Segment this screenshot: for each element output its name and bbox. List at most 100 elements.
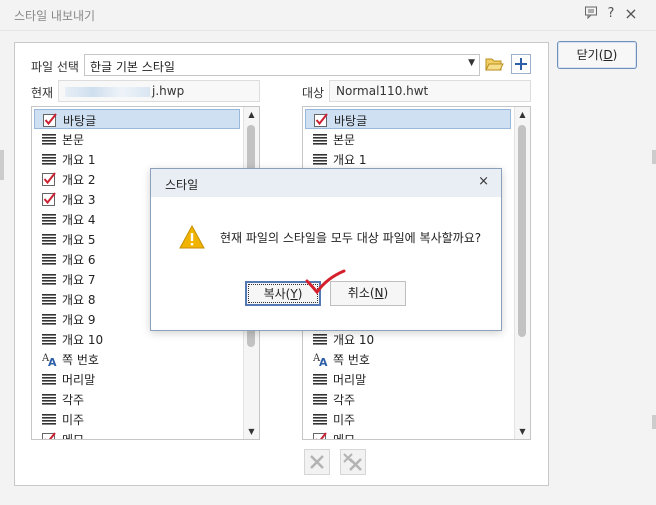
list-item-label: 바탕글 — [63, 114, 97, 128]
paragraph-style-icon — [313, 412, 327, 426]
list-item[interactable]: 각주 — [34, 389, 240, 409]
delete-all-icon[interactable] — [340, 449, 366, 475]
background-edge — [652, 150, 656, 164]
comment-icon[interactable] — [582, 5, 600, 23]
list-item-label: 미주 — [333, 413, 356, 427]
close-icon[interactable]: × — [622, 5, 640, 23]
scroll-thumb[interactable] — [518, 125, 526, 337]
paragraph-style-icon — [42, 232, 56, 246]
background-edge — [652, 415, 656, 429]
char-style-icon: AA — [41, 352, 57, 369]
scroll-up-icon[interactable]: ▲ — [244, 107, 259, 122]
list-item-label: 쪽 번호 — [62, 353, 99, 367]
paragraph-style-icon — [42, 152, 56, 166]
paragraph-style-icon — [42, 312, 56, 326]
dialog-close-icon[interactable]: × — [478, 174, 489, 189]
list-item-label: 개요 3 — [62, 193, 96, 207]
cancel-label: 취소( — [347, 286, 375, 300]
list-item[interactable]: 바탕글 — [34, 109, 240, 129]
window-title: 스타일 내보내기 — [14, 9, 96, 23]
paragraph-style-icon — [313, 332, 327, 346]
close-button-label: 닫기( — [576, 48, 604, 62]
list-item[interactable]: AA 쪽 번호 — [34, 349, 240, 369]
delete-icon[interactable] — [304, 449, 330, 475]
list-item[interactable]: 바탕글 — [305, 109, 511, 129]
list-item[interactable]: 개요 10 — [305, 329, 511, 349]
paragraph-style-icon — [313, 392, 327, 406]
list-item-label: 개요 4 — [62, 213, 96, 227]
list-item-label: 각주 — [62, 393, 85, 407]
list-item-label: 머리말 — [333, 373, 367, 387]
list-item-label: 개요 10 — [62, 333, 104, 347]
list-item-label: 개요 9 — [62, 313, 96, 327]
list-item[interactable]: 미주 — [305, 409, 511, 429]
list-item-label: 메모 — [62, 433, 85, 440]
checkbox-checked-icon — [314, 113, 328, 127]
list-item[interactable]: 각주 — [305, 389, 511, 409]
paragraph-style-icon — [42, 392, 56, 406]
dialog-title: 스타일 — [165, 178, 199, 192]
list-item[interactable]: 본문 — [34, 129, 240, 149]
paragraph-style-icon — [313, 132, 327, 146]
current-file-label: 현재 — [31, 86, 54, 100]
list-item[interactable]: 메모 — [34, 429, 240, 440]
checkbox-checked-icon — [42, 432, 56, 439]
checkbox-checked-icon — [42, 172, 56, 186]
list-item-label: 개요 8 — [62, 293, 96, 307]
file-select-dropdown[interactable]: 한글 기본 스타일 ▼ — [84, 54, 480, 76]
target-file-field: Normal110.hwt — [329, 80, 531, 102]
checkbox-checked-icon — [313, 432, 327, 439]
list-item-label: 머리말 — [62, 373, 96, 387]
target-file-value: Normal110.hwt — [336, 84, 429, 98]
svg-text:A: A — [319, 356, 328, 366]
close-button[interactable]: 닫기(D) — [557, 41, 637, 69]
titlebar-divider — [0, 30, 656, 31]
paragraph-style-icon — [42, 292, 56, 306]
copy-yes-label: 복사( — [263, 287, 291, 301]
list-item[interactable]: 본문 — [305, 129, 511, 149]
warning-icon — [179, 224, 205, 249]
paragraph-style-icon — [42, 252, 56, 266]
dialog-message: 현재 파일의 스타일을 모두 대상 파일에 복사할까요? — [220, 231, 482, 245]
paragraph-style-icon — [313, 152, 327, 166]
close-button-label-end: ) — [612, 48, 618, 62]
paragraph-style-icon — [42, 372, 56, 386]
list-item-label: 개요 6 — [62, 253, 96, 267]
list-item-label: 개요 2 — [62, 173, 96, 187]
cancel-label-end: ) — [383, 286, 389, 300]
help-icon[interactable]: ? — [602, 5, 620, 23]
list-item-label: 쪽 번호 — [333, 353, 370, 367]
list-item[interactable]: 개요 1 — [305, 149, 511, 169]
scroll-up-icon[interactable]: ▲ — [515, 107, 530, 122]
add-icon[interactable] — [511, 54, 531, 74]
checkbox-checked-icon — [43, 113, 57, 127]
list-item-label: 개요 1 — [62, 153, 96, 167]
list-item-label: 개요 10 — [333, 333, 375, 347]
paragraph-style-icon — [42, 212, 56, 226]
scroll-down-icon[interactable]: ▼ — [244, 424, 259, 439]
paragraph-style-icon — [42, 272, 56, 286]
file-select-label: 파일 선택 — [31, 60, 79, 74]
right-list-scrollbar[interactable]: ▲ ▼ — [514, 107, 530, 439]
paragraph-style-icon — [42, 412, 56, 426]
list-item-label: 본문 — [333, 133, 356, 147]
current-file-suffix: j.hwp — [152, 84, 185, 98]
list-item[interactable]: 메모 — [305, 429, 511, 439]
folder-open-icon[interactable] — [484, 54, 504, 74]
window-titlebar: 스타일 내보내기 ? × — [0, 0, 656, 30]
list-item[interactable]: 미주 — [34, 409, 240, 429]
paragraph-style-icon — [313, 372, 327, 386]
list-item[interactable]: 개요 10 — [34, 329, 240, 349]
redacted-filename — [65, 86, 150, 97]
list-item[interactable]: AA 쪽 번호 — [305, 349, 511, 369]
list-item[interactable]: 개요 1 — [34, 149, 240, 169]
list-item-label: 각주 — [333, 393, 356, 407]
list-item-label: 본문 — [62, 133, 85, 147]
style-dialog: 스타일 × 현재 파일의 스타일을 모두 대상 파일에 복사할까요? 복사(Y)… — [150, 168, 502, 331]
paragraph-style-icon — [42, 132, 56, 146]
char-style-icon: AA — [312, 352, 328, 369]
list-item[interactable]: 머리말 — [305, 369, 511, 389]
list-item-label: 개요 1 — [333, 153, 367, 167]
list-item[interactable]: 머리말 — [34, 369, 240, 389]
scroll-down-icon[interactable]: ▼ — [515, 424, 530, 439]
